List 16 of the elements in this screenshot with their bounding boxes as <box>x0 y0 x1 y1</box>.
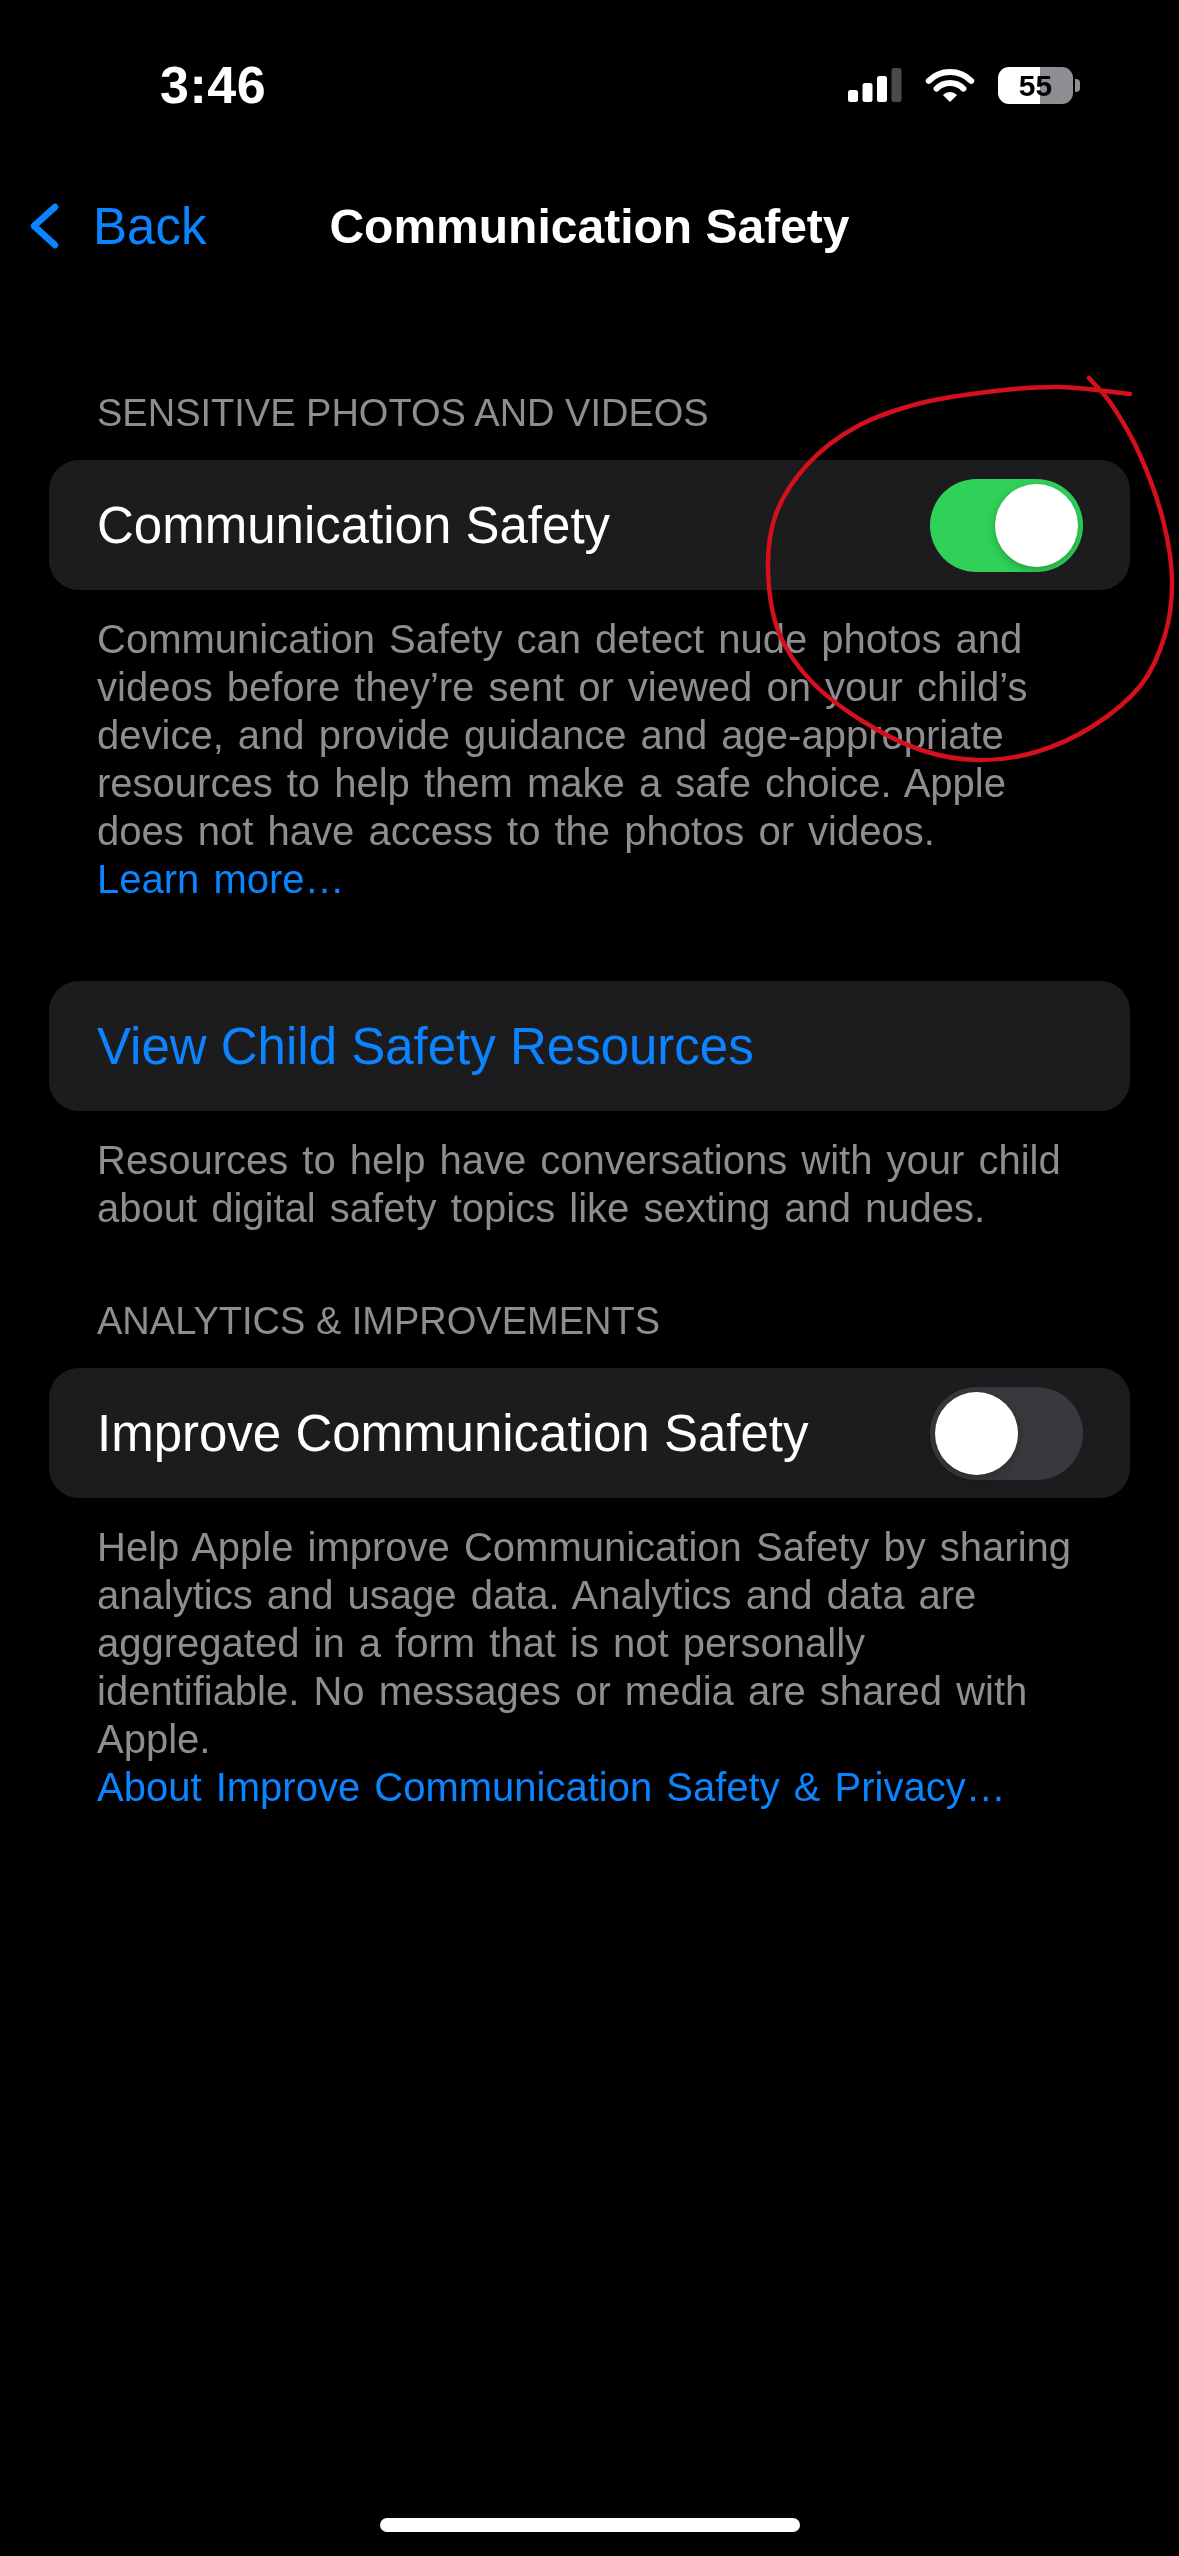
row-label: Communication Safety <box>97 495 611 555</box>
footer-text: Help Apple improve Communication Safety by sharing analytics and usage data. Analytics and data are aggregated in a form that is not personally identifiable. No messages or media are shared with Apple. About Improve Communication Safety & Privacy… <box>96 1524 1073 1811</box>
status-time: 3:46 <box>160 55 267 115</box>
section-header: ANALYTICS & IMPROVEMENTS <box>96 1299 662 1344</box>
page-title: Communication Safety <box>329 198 850 254</box>
list-row-button[interactable]: View Child Safety Resources <box>49 981 1130 1111</box>
chevron-left-icon[interactable] <box>28 203 60 249</box>
footer-link[interactable]: About Improve Communication Safety & Privacy… <box>97 1765 1006 1809</box>
signal-icon <box>848 68 902 102</box>
wifi-icon <box>924 67 976 103</box>
back-button[interactable]: Back <box>28 196 207 256</box>
battery-indicator: 55 <box>998 66 1080 104</box>
section-header: SENSITIVE PHOTOS AND VIDEOS <box>96 391 710 436</box>
footer-text: Resources to help have conversations with your child about digital safety topics like sexting and nudes. <box>96 1137 1062 1232</box>
footer-link[interactable]: Learn more… <box>97 857 345 901</box>
row-label: Improve Communication Safety <box>97 1403 809 1463</box>
